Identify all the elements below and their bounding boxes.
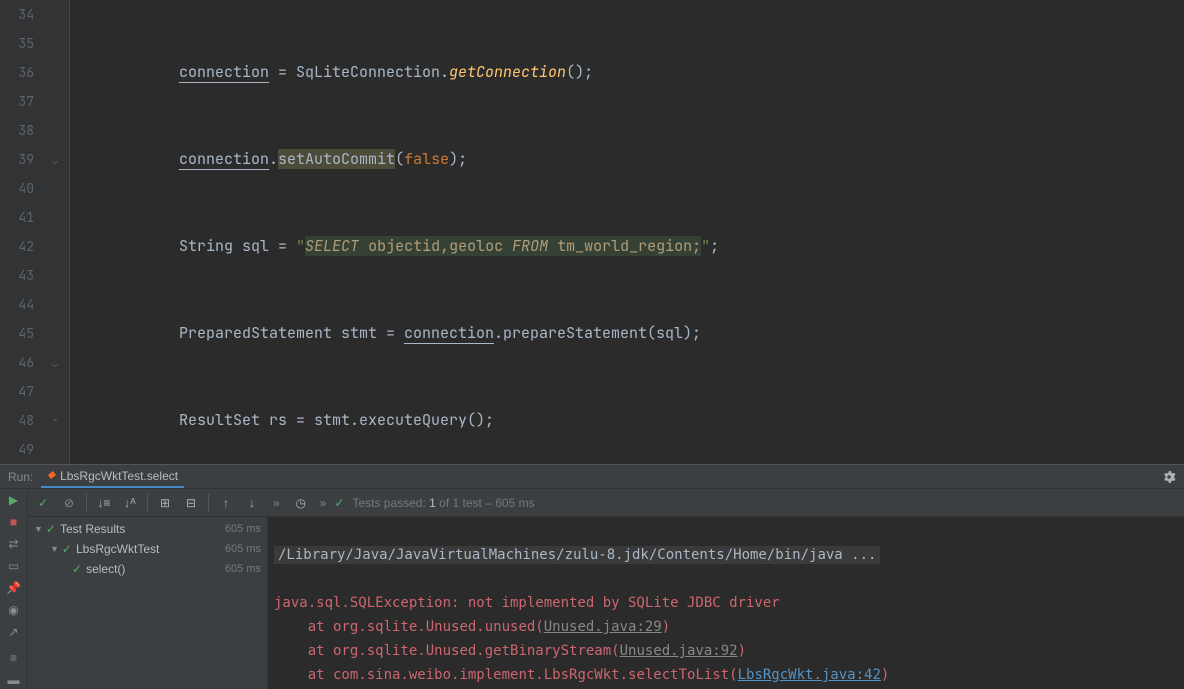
- console-output[interactable]: /Library/Java/JavaVirtualMachines/zulu-8…: [268, 517, 1184, 689]
- run-label: Run:: [8, 470, 33, 484]
- expand-icon[interactable]: ≡: [3, 649, 25, 667]
- stop-icon[interactable]: ■: [3, 513, 25, 531]
- fold-column[interactable]: ⌄ ⌄ ⌃: [46, 0, 70, 464]
- fold-icon[interactable]: ⌃: [52, 415, 58, 428]
- tree-method[interactable]: ✓ select()605 ms: [28, 559, 267, 579]
- tree-class[interactable]: ▼✓ LbsRgcWktTest605 ms: [28, 539, 267, 559]
- collapse-icon[interactable]: ▬: [3, 671, 25, 689]
- export-icon[interactable]: ↗: [3, 623, 25, 641]
- camera-icon[interactable]: ◉: [3, 601, 25, 619]
- pin-icon[interactable]: 📌: [3, 579, 25, 597]
- line-gutter: 34 35 36 37 38 39 40 41 42 43 44 45 46 4…: [0, 0, 46, 464]
- layout-icon[interactable]: ▭: [3, 557, 25, 575]
- exception-line: java.sql.SQLException: not implemented b…: [274, 595, 780, 611]
- test-status: Tests passed: 1 of 1 test – 605 ms: [352, 496, 534, 510]
- command-line: /Library/Java/JavaVirtualMachines/zulu-8…: [274, 546, 880, 564]
- tree-root[interactable]: ▼✓ Test Results605 ms: [28, 519, 267, 539]
- next-icon[interactable]: ↓: [241, 492, 263, 514]
- run-tab[interactable]: ⬥ LbsRgcWktTest.select: [41, 466, 184, 488]
- rerun-icon[interactable]: ▶: [3, 491, 25, 509]
- code-area[interactable]: connection = SqLiteConnection.getConnect…: [70, 0, 1184, 464]
- fold-icon[interactable]: ⌄: [52, 154, 58, 167]
- expand-all-icon[interactable]: ⊞: [154, 492, 176, 514]
- stack-link[interactable]: LbsRgcWkt.java:42: [738, 667, 881, 683]
- toggle-icon[interactable]: ⇄: [3, 535, 25, 553]
- show-ignored-icon[interactable]: ⊘: [58, 492, 80, 514]
- stack-link[interactable]: Unused.java:92: [620, 643, 738, 659]
- stack-link[interactable]: Unused.java:29: [544, 619, 662, 635]
- run-tool-window: Run: ⬥ LbsRgcWktTest.select ▶ ■ ⇄ ▭ 📌 ◉ …: [0, 464, 1184, 689]
- code-editor[interactable]: 34 35 36 37 38 39 40 41 42 43 44 45 46 4…: [0, 0, 1184, 464]
- show-passed-icon[interactable]: ✓: [32, 492, 54, 514]
- run-tab-label: LbsRgcWktTest.select: [60, 469, 178, 483]
- run-header: Run: ⬥ LbsRgcWktTest.select: [0, 465, 1184, 489]
- prev-icon[interactable]: ↑: [215, 492, 237, 514]
- collapse-all-icon[interactable]: ⊟: [180, 492, 202, 514]
- sort-alpha-icon[interactable]: ↓ᴬ: [119, 492, 141, 514]
- sort-icon[interactable]: ↓≡: [93, 492, 115, 514]
- history-icon[interactable]: ◷: [290, 492, 312, 514]
- run-left-toolbar: ▶ ■ ⇄ ▭ 📌 ◉ ↗ ≡ ▬: [0, 489, 28, 689]
- test-tree[interactable]: ▼✓ Test Results605 ms ▼✓ LbsRgcWktTest60…: [28, 517, 268, 689]
- fold-icon[interactable]: ⌄: [52, 357, 58, 370]
- test-toolbar: ✓ ⊘ ↓≡ ↓ᴬ ⊞ ⊟ ↑ ↓ » ◷ » ✓ Tests passed: …: [28, 489, 1184, 517]
- test-icon: ⬥: [47, 469, 55, 482]
- settings-icon[interactable]: [1162, 470, 1176, 484]
